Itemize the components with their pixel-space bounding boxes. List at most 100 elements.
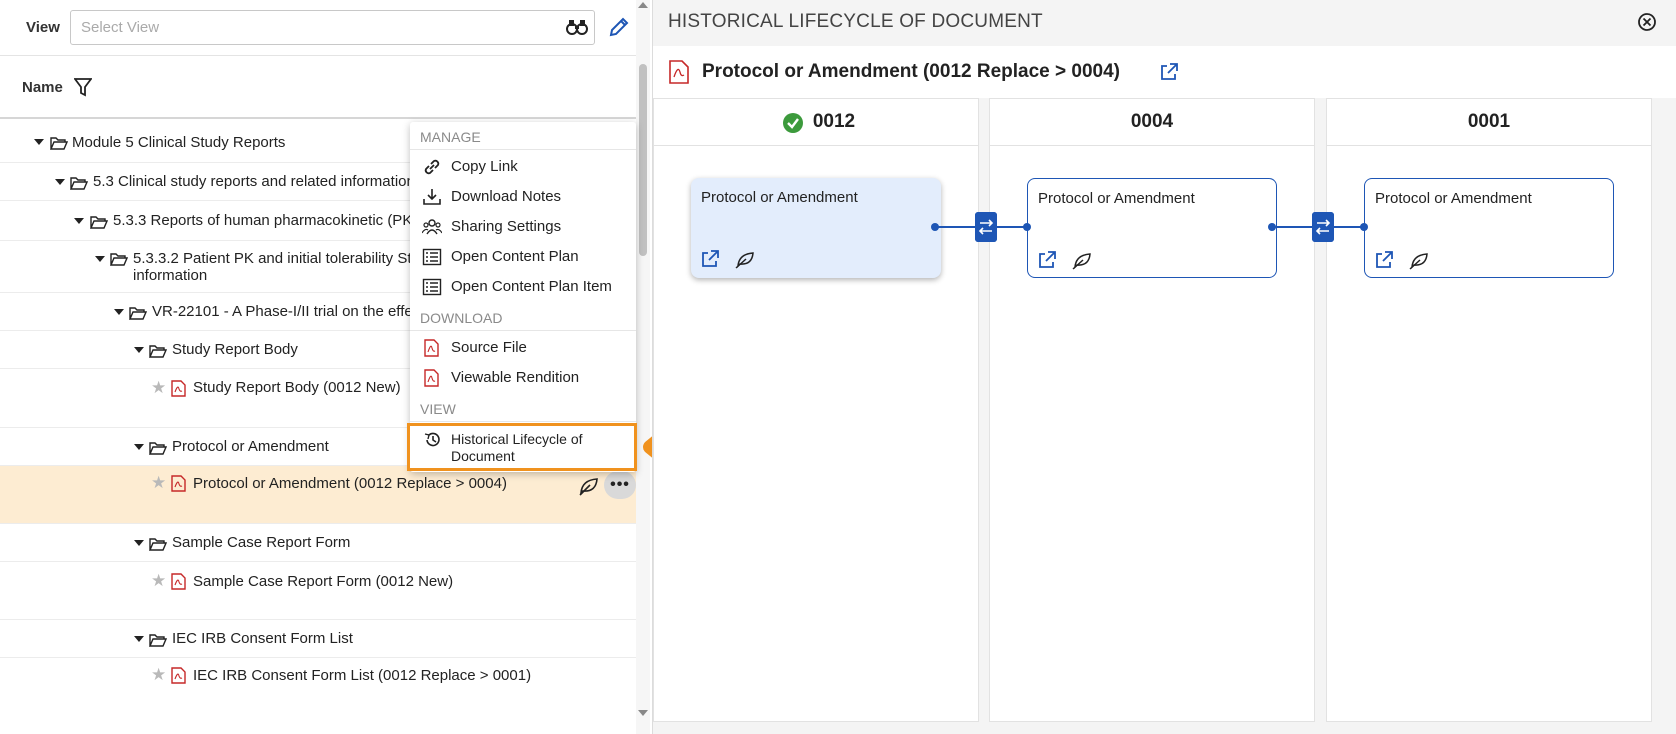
menu-item-open-content-plan-item[interactable]: Open Content Plan Item xyxy=(410,272,636,302)
external-link-icon[interactable] xyxy=(1375,251,1395,269)
menu-item-copy-link[interactable]: Copy Link xyxy=(410,152,636,182)
lifecycle-column-0001: 0001 Protocol or Amendment xyxy=(1326,98,1652,722)
menu-divider xyxy=(410,421,636,422)
tree-row[interactable]: ★ Sample Case Report Form (0012 New) xyxy=(0,562,636,620)
folder-open-icon xyxy=(70,177,88,190)
filter-icon[interactable] xyxy=(74,78,92,97)
tree-row-label: Sample Case Report Form xyxy=(172,534,351,551)
external-link-icon[interactable] xyxy=(1038,251,1058,269)
tree-row-label: Module 5 Clinical Study Reports xyxy=(72,134,286,151)
external-link-icon[interactable] xyxy=(701,250,721,268)
name-column-label: Name xyxy=(22,79,63,96)
folder-open-icon xyxy=(149,634,167,647)
lifecycle-card[interactable]: Protocol or Amendment xyxy=(1364,178,1614,278)
connector-dot xyxy=(1023,223,1031,231)
link-icon xyxy=(424,159,440,175)
folder-open-icon xyxy=(149,345,167,358)
tree-row-label: Study Report Body (0012 New) xyxy=(193,379,401,396)
tree-row-label: IEC IRB Consent Form List xyxy=(172,630,353,647)
sequence-number: 0004 xyxy=(1130,111,1174,132)
folder-open-icon xyxy=(129,307,147,320)
connector-dot xyxy=(931,223,939,231)
caret-down-icon[interactable] xyxy=(134,636,144,642)
connector-dot xyxy=(1360,223,1368,231)
caret-down-icon[interactable] xyxy=(95,256,105,262)
tree-row-label: Protocol or Amendment xyxy=(172,438,329,455)
menu-item-source-file[interactable]: Source File xyxy=(410,333,636,363)
sequence-number: 0012 xyxy=(812,111,856,132)
pdf-icon xyxy=(171,380,186,397)
view-select-input[interactable] xyxy=(70,10,595,45)
menu-item-sharing-settings[interactable]: Sharing Settings xyxy=(410,212,636,242)
replace-swap-icon xyxy=(975,212,997,242)
caret-down-icon[interactable] xyxy=(74,218,84,224)
lifecycle-column-header: 0001 xyxy=(1327,99,1651,146)
menu-item-historical-lifecycle[interactable]: Historical Lifecycle of Document xyxy=(451,431,631,465)
tree-scrollbar[interactable] xyxy=(636,0,650,734)
scroll-down-arrow-icon[interactable] xyxy=(638,710,648,716)
star-icon[interactable]: ★ xyxy=(151,665,166,685)
close-icon[interactable] xyxy=(1637,12,1657,32)
lifecycle-column-0004: 0004 Protocol or Amendment xyxy=(989,98,1315,722)
pdf-icon xyxy=(171,475,186,492)
replace-swap-icon xyxy=(1312,212,1334,242)
edit-view-pencil-icon[interactable] xyxy=(608,16,630,38)
caret-down-icon[interactable] xyxy=(134,444,144,450)
card-title: Protocol or Amendment xyxy=(1375,190,1532,207)
scrollbar-thumb[interactable] xyxy=(639,64,647,256)
pdf-icon xyxy=(424,369,439,387)
lifecycle-column-header: 0012 xyxy=(654,99,978,146)
document-context-menu: MANAGE Copy Link Download Notes Sharing … xyxy=(410,122,636,472)
download-icon xyxy=(423,189,441,205)
star-icon[interactable]: ★ xyxy=(151,571,166,591)
leaf-icon[interactable] xyxy=(578,476,600,496)
history-icon xyxy=(424,432,440,447)
historical-lifecycle-panel: HISTORICAL LIFECYCLE OF DOCUMENT Protoco… xyxy=(652,0,1676,734)
menu-section-download: DOWNLOAD xyxy=(420,310,503,326)
star-icon[interactable]: ★ xyxy=(151,378,166,398)
leaf-icon[interactable] xyxy=(735,251,755,269)
menu-item-viewable-rendition[interactable]: Viewable Rendition xyxy=(410,363,636,393)
tree-row[interactable]: ★ IEC IRB Consent Form List (0012 Replac… xyxy=(0,658,636,714)
tree-row-label: 5.3 Clinical study reports and related i… xyxy=(93,173,415,190)
folder-open-icon xyxy=(110,253,128,266)
tree-row[interactable]: IEC IRB Consent Form List xyxy=(0,620,636,658)
lifecycle-card-current[interactable]: Protocol or Amendment xyxy=(691,178,941,278)
pdf-icon xyxy=(171,667,186,684)
sequence-number: 0001 xyxy=(1467,111,1511,132)
leaf-icon[interactable] xyxy=(1072,252,1092,270)
caret-down-icon[interactable] xyxy=(34,139,44,145)
caret-down-icon[interactable] xyxy=(134,540,144,546)
view-label: View xyxy=(26,19,60,36)
card-title: Protocol or Amendment xyxy=(1038,190,1195,207)
users-icon xyxy=(422,219,442,235)
tree-row-label-line2: information xyxy=(133,267,208,284)
lifecycle-header: HISTORICAL LIFECYCLE OF DOCUMENT xyxy=(653,0,1676,46)
caret-down-icon[interactable] xyxy=(134,347,144,353)
caret-down-icon[interactable] xyxy=(114,309,124,315)
lifecycle-column-header: 0004 xyxy=(990,99,1314,146)
caret-down-icon[interactable] xyxy=(55,179,65,185)
folder-open-icon xyxy=(149,538,167,551)
more-actions-button[interactable]: ••• xyxy=(604,471,636,499)
menu-item-download-notes[interactable]: Download Notes xyxy=(410,182,636,212)
menu-divider xyxy=(410,330,636,331)
scroll-up-arrow-icon[interactable] xyxy=(638,2,648,8)
menu-item-open-content-plan[interactable]: Open Content Plan xyxy=(410,242,636,272)
tree-row-selected[interactable]: ★ Protocol or Amendment (0012 Replace > … xyxy=(0,466,636,524)
lifecycle-card[interactable]: Protocol or Amendment xyxy=(1027,178,1277,278)
leaf-icon[interactable] xyxy=(1409,252,1429,270)
tree-row-label: IEC IRB Consent Form List (0012 Replace … xyxy=(193,667,532,684)
tree-row[interactable]: Sample Case Report Form xyxy=(0,524,636,562)
tree-row-label: Sample Case Report Form (0012 New) xyxy=(193,573,454,590)
menu-section-manage: MANAGE xyxy=(420,129,481,145)
binoculars-icon[interactable] xyxy=(566,17,588,37)
connector-dot xyxy=(1268,223,1276,231)
view-selector-row: View xyxy=(0,0,636,56)
menu-section-view: VIEW xyxy=(420,401,456,417)
list-icon xyxy=(422,278,442,296)
external-link-icon[interactable] xyxy=(1159,62,1179,82)
tree-row-label: 5.3.3.2 Patient PK and initial tolerabil… xyxy=(133,250,412,267)
star-icon[interactable]: ★ xyxy=(151,473,166,493)
folder-open-icon xyxy=(149,442,167,455)
